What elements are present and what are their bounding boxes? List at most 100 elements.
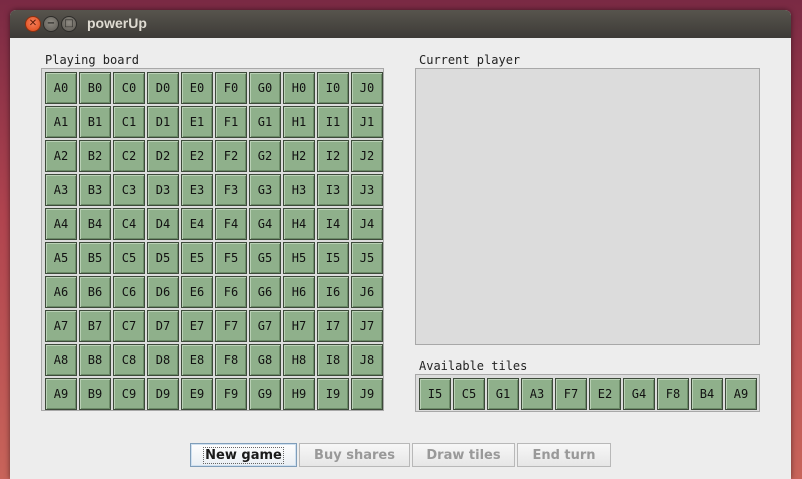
board-tile[interactable]: I8 bbox=[317, 344, 349, 376]
board-tile[interactable]: A9 bbox=[45, 378, 77, 410]
board-tile[interactable]: J0 bbox=[351, 72, 383, 104]
new-game-button[interactable]: New game bbox=[190, 443, 297, 467]
board-tile[interactable]: C3 bbox=[113, 174, 145, 206]
board-tile[interactable]: B9 bbox=[79, 378, 111, 410]
board-tile[interactable]: D7 bbox=[147, 310, 179, 342]
board-tile[interactable]: A7 bbox=[45, 310, 77, 342]
close-window-button[interactable]: ✕ bbox=[25, 16, 41, 32]
board-tile[interactable]: F2 bbox=[215, 140, 247, 172]
board-tile[interactable]: B3 bbox=[79, 174, 111, 206]
board-tile[interactable]: D4 bbox=[147, 208, 179, 240]
board-tile[interactable]: J5 bbox=[351, 242, 383, 274]
board-tile[interactable]: E1 bbox=[181, 106, 213, 138]
board-tile[interactable]: A0 bbox=[45, 72, 77, 104]
board-tile[interactable]: D2 bbox=[147, 140, 179, 172]
board-tile[interactable]: H3 bbox=[283, 174, 315, 206]
board-tile[interactable]: J9 bbox=[351, 378, 383, 410]
board-tile[interactable]: B0 bbox=[79, 72, 111, 104]
board-tile[interactable]: H0 bbox=[283, 72, 315, 104]
board-tile[interactable]: E6 bbox=[181, 276, 213, 308]
board-tile[interactable]: J4 bbox=[351, 208, 383, 240]
available-tile[interactable]: A9 bbox=[725, 378, 757, 410]
available-tile[interactable]: B4 bbox=[691, 378, 723, 410]
available-tile[interactable]: I5 bbox=[419, 378, 451, 410]
maximize-window-button[interactable]: □ bbox=[61, 16, 77, 32]
board-tile[interactable]: C4 bbox=[113, 208, 145, 240]
board-tile[interactable]: B4 bbox=[79, 208, 111, 240]
board-tile[interactable]: G1 bbox=[249, 106, 281, 138]
board-tile[interactable]: I2 bbox=[317, 140, 349, 172]
available-tile[interactable]: F7 bbox=[555, 378, 587, 410]
board-tile[interactable]: D9 bbox=[147, 378, 179, 410]
board-tile[interactable]: G6 bbox=[249, 276, 281, 308]
board-tile[interactable]: H4 bbox=[283, 208, 315, 240]
board-tile[interactable]: D1 bbox=[147, 106, 179, 138]
board-tile[interactable]: E0 bbox=[181, 72, 213, 104]
board-tile[interactable]: C5 bbox=[113, 242, 145, 274]
board-tile[interactable]: F4 bbox=[215, 208, 247, 240]
board-tile[interactable]: H8 bbox=[283, 344, 315, 376]
board-tile[interactable]: H9 bbox=[283, 378, 315, 410]
board-tile[interactable]: J7 bbox=[351, 310, 383, 342]
board-tile[interactable]: C7 bbox=[113, 310, 145, 342]
board-tile[interactable]: G3 bbox=[249, 174, 281, 206]
board-tile[interactable]: I4 bbox=[317, 208, 349, 240]
available-tile[interactable]: F8 bbox=[657, 378, 689, 410]
board-tile[interactable]: H7 bbox=[283, 310, 315, 342]
board-tile[interactable]: A8 bbox=[45, 344, 77, 376]
board-tile[interactable]: E7 bbox=[181, 310, 213, 342]
board-tile[interactable]: A4 bbox=[45, 208, 77, 240]
board-tile[interactable]: J1 bbox=[351, 106, 383, 138]
board-tile[interactable]: E8 bbox=[181, 344, 213, 376]
board-tile[interactable]: E4 bbox=[181, 208, 213, 240]
draw-tiles-button[interactable]: Draw tiles bbox=[412, 443, 515, 467]
board-tile[interactable]: D6 bbox=[147, 276, 179, 308]
board-tile[interactable]: C9 bbox=[113, 378, 145, 410]
board-tile[interactable]: G7 bbox=[249, 310, 281, 342]
board-tile[interactable]: G4 bbox=[249, 208, 281, 240]
board-tile[interactable]: J6 bbox=[351, 276, 383, 308]
board-tile[interactable]: A6 bbox=[45, 276, 77, 308]
board-tile[interactable]: I9 bbox=[317, 378, 349, 410]
board-tile[interactable]: B6 bbox=[79, 276, 111, 308]
board-tile[interactable]: F1 bbox=[215, 106, 247, 138]
available-tile[interactable]: A3 bbox=[521, 378, 553, 410]
board-tile[interactable]: D0 bbox=[147, 72, 179, 104]
board-tile[interactable]: F3 bbox=[215, 174, 247, 206]
board-tile[interactable]: B1 bbox=[79, 106, 111, 138]
board-tile[interactable]: I3 bbox=[317, 174, 349, 206]
board-tile[interactable]: E9 bbox=[181, 378, 213, 410]
board-tile[interactable]: C2 bbox=[113, 140, 145, 172]
board-tile[interactable]: A5 bbox=[45, 242, 77, 274]
board-tile[interactable]: H1 bbox=[283, 106, 315, 138]
board-tile[interactable]: F0 bbox=[215, 72, 247, 104]
board-tile[interactable]: D8 bbox=[147, 344, 179, 376]
available-tile[interactable]: G1 bbox=[487, 378, 519, 410]
board-tile[interactable]: F6 bbox=[215, 276, 247, 308]
board-tile[interactable]: A1 bbox=[45, 106, 77, 138]
board-tile[interactable]: G2 bbox=[249, 140, 281, 172]
board-tile[interactable]: C8 bbox=[113, 344, 145, 376]
board-tile[interactable]: G5 bbox=[249, 242, 281, 274]
board-tile[interactable]: I6 bbox=[317, 276, 349, 308]
board-tile[interactable]: G9 bbox=[249, 378, 281, 410]
board-tile[interactable]: I5 bbox=[317, 242, 349, 274]
board-tile[interactable]: H2 bbox=[283, 140, 315, 172]
available-tile[interactable]: E2 bbox=[589, 378, 621, 410]
board-tile[interactable]: G8 bbox=[249, 344, 281, 376]
board-tile[interactable]: E2 bbox=[181, 140, 213, 172]
board-tile[interactable]: B2 bbox=[79, 140, 111, 172]
board-tile[interactable]: A3 bbox=[45, 174, 77, 206]
board-tile[interactable]: H6 bbox=[283, 276, 315, 308]
board-tile[interactable]: B7 bbox=[79, 310, 111, 342]
buy-shares-button[interactable]: Buy shares bbox=[299, 443, 410, 467]
board-tile[interactable]: J2 bbox=[351, 140, 383, 172]
board-tile[interactable]: B5 bbox=[79, 242, 111, 274]
board-tile[interactable]: F8 bbox=[215, 344, 247, 376]
board-tile[interactable]: G0 bbox=[249, 72, 281, 104]
available-tile[interactable]: C5 bbox=[453, 378, 485, 410]
board-tile[interactable]: J3 bbox=[351, 174, 383, 206]
board-tile[interactable]: H5 bbox=[283, 242, 315, 274]
board-tile[interactable]: C1 bbox=[113, 106, 145, 138]
end-turn-button[interactable]: End turn bbox=[517, 443, 611, 467]
